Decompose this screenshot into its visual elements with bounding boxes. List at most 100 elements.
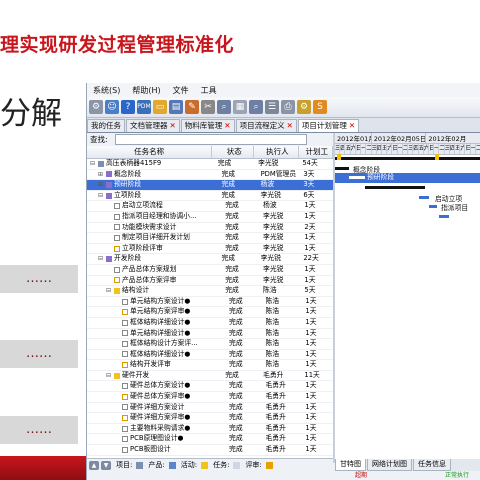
table-row[interactable]: 制定项目详细开发计划 完成 李光锐 1天 (87, 233, 333, 244)
tab-task-info[interactable]: 任务信息 (413, 459, 451, 471)
list-icon[interactable]: ☰ (265, 100, 279, 114)
table-row[interactable]: 硬件详细方案设计 完成 毛勇升 1天 (87, 403, 333, 414)
task-name-cell: 硬件总体方案设计● (87, 381, 226, 391)
close-icon[interactable]: ✕ (170, 121, 176, 130)
tab-3[interactable]: 项目流程定义 ✕ (235, 119, 297, 132)
gantt-bar-pre[interactable] (349, 176, 365, 179)
table-row[interactable]: 单元结构方案设计● 完成 陈浩 1天 (87, 297, 333, 308)
people-icon[interactable]: ☺ (105, 100, 119, 114)
slide-subtitle: 分解 (0, 96, 62, 132)
gantt-label-assign: 指派项目 (441, 204, 469, 212)
plan-cell: 1天 (305, 381, 317, 390)
table-row[interactable]: ⊟ 结构设计 完成 陈浩 5天 (87, 286, 333, 297)
table-row[interactable]: 单元结构方案评审● 完成 陈浩 1天 (87, 307, 333, 318)
table-row[interactable]: 单元结构详细设计● 完成 陈浩 1天 (87, 329, 333, 340)
close-icon[interactable]: ✕ (349, 121, 355, 130)
tab-4[interactable]: 项目计划管理 ✕ (297, 119, 360, 132)
edit-icon[interactable]: ✎ (185, 100, 199, 114)
gantt-bar-concept[interactable] (335, 167, 349, 170)
table-row[interactable]: 立项阶段评审 完成 李光锐 1天 (87, 244, 333, 255)
table-row[interactable]: PCB原理图设计● 完成 毛勇升 1天 (87, 434, 333, 446)
col-plan[interactable]: 计划工 (299, 146, 333, 158)
task-name-cell: 主要物料采购请求● (87, 424, 226, 434)
close-icon[interactable]: ✕ (224, 121, 230, 130)
table-row[interactable]: 功能模块需求设计 完成 李光锐 2天 (87, 223, 333, 234)
plan-cell: 1天 (305, 317, 317, 326)
task-name-cell: ⊟ 硬件开发 (87, 371, 222, 381)
expand-toggle-icon[interactable]: ⊟ (90, 159, 97, 169)
task-name-cell: 框体结构详细设计● (87, 350, 226, 360)
table-row[interactable]: ⊞ 预研阶段 完成 杨波 3天 (87, 180, 333, 191)
find-icon[interactable]: ⌕ (249, 100, 263, 114)
scroll-up-icon[interactable]: ▲ (89, 460, 99, 470)
table-row[interactable]: 产品总体方案规划 完成 李光锐 1天 (87, 265, 333, 276)
gantt-bar-start[interactable] (419, 196, 429, 199)
close-icon[interactable]: ✕ (287, 121, 293, 130)
bullet-pill-1: …… (0, 265, 78, 293)
menu-file[interactable]: 文件 (167, 85, 195, 96)
menu-help[interactable]: 帮助(H) (126, 85, 166, 96)
status-cell: 完成 (221, 180, 236, 189)
table-row[interactable]: ⊟ 立项阶段 完成 李光锐 6天 (87, 191, 333, 202)
plan-cell: 1天 (305, 307, 317, 316)
expand-toggle-icon[interactable]: ⊞ (98, 170, 105, 180)
table-row[interactable]: 硬件总体方案评审● 完成 毛勇升 1天 (87, 392, 333, 403)
refresh-icon[interactable]: S (313, 100, 327, 114)
table-row[interactable]: 框体结构设计方案评... 完成 陈浩 1天 (87, 339, 333, 350)
task-name-cell: 启动立项流程 (87, 201, 222, 211)
help-icon[interactable]: ? (121, 100, 135, 114)
folder-icon[interactable]: ▭ (153, 100, 167, 114)
table-row[interactable]: 结构开发评审 完成 陈浩 1天 (87, 360, 333, 371)
table-row[interactable]: 框体结构详细设计● 完成 陈浩 1天 (87, 350, 333, 361)
expand-toggle-icon[interactable]: ⊟ (106, 286, 113, 296)
tab-0[interactable]: 我的任务 (87, 119, 125, 132)
col-task-name[interactable]: 任务名称 (87, 146, 213, 158)
table-row[interactable]: ⊞ 概念阶段 完成 PDM管理员 3天 (87, 170, 333, 181)
scroll-down-icon[interactable]: ▼ (101, 460, 111, 470)
task-icon (122, 319, 128, 326)
expand-toggle-icon[interactable]: ⊟ (98, 191, 105, 201)
chart-icon[interactable]: ▤ (169, 100, 183, 114)
menu-tools[interactable]: 工具 (195, 85, 223, 96)
table-row[interactable]: 产品总体方案评审 完成 李光锐 1天 (87, 276, 333, 287)
table-row[interactable]: PCB板图设计 完成 毛勇升 1天 (87, 445, 333, 456)
gantt-label-pre: 预研阶段 (367, 173, 395, 182)
search-input[interactable] (115, 134, 307, 145)
gantt-bar-project[interactable] (335, 157, 480, 160)
bullet-pill-2: …… (0, 340, 78, 368)
tab-network[interactable]: 网络计划图 (367, 459, 412, 471)
status-cell: 完成 (229, 360, 243, 369)
task-name: 硬件总体方案设计● (130, 381, 191, 390)
gear-icon[interactable]: ⚙ (297, 100, 311, 114)
table-row[interactable]: 主要物料采购请求● 完成 毛勇升 1天 (87, 424, 333, 435)
table-row[interactable]: 指派项目经理和协调小... 完成 李光锐 1天 (87, 212, 333, 223)
expand-toggle-icon[interactable]: ⊟ (98, 254, 105, 264)
gantt-bar-assign[interactable] (429, 205, 437, 208)
task-icon (122, 330, 128, 337)
col-assignee[interactable]: 执行人 (254, 146, 300, 158)
expand-toggle-icon[interactable]: ⊟ (106, 371, 113, 381)
tools-icon[interactable]: ✂ (201, 100, 215, 114)
status-cell: 完成 (225, 222, 239, 231)
tab-gantt[interactable]: 甘特图 (335, 459, 366, 471)
table-row[interactable]: ⊟ 高压表柄器415F9 完成 李光锐 54天 (87, 159, 333, 170)
settings-icon[interactable]: ⚙ (89, 100, 103, 114)
print-icon[interactable]: ⎙ (281, 100, 295, 114)
col-status[interactable]: 状态 (212, 146, 255, 158)
table-row[interactable]: ⊟ 开发阶段 完成 李光锐 22天 (87, 254, 333, 265)
gantt-bar-initiation[interactable] (365, 186, 425, 189)
search-icon[interactable]: ⌕ (217, 100, 231, 114)
pdm-icon[interactable]: PDM (137, 100, 151, 114)
tab-2[interactable]: 物料库管理 ✕ (180, 119, 235, 132)
expand-toggle-icon[interactable]: ⊞ (98, 180, 105, 190)
tab-1[interactable]: 文档管理器 ✕ (126, 119, 180, 132)
table-row[interactable]: 框体结构详细设计● 完成 陈浩 1天 (87, 318, 333, 329)
menu-system[interactable]: 系统(S) (87, 85, 126, 96)
task-name: 结构开发评审 (130, 360, 171, 369)
document-icon[interactable]: ▦ (233, 100, 247, 114)
table-row[interactable]: 硬件详细方案评审● 完成 毛勇升 1天 (87, 413, 333, 424)
table-row[interactable]: ⊟ 硬件开发 完成 毛勇升 11天 (87, 371, 333, 382)
table-row[interactable]: 启动立项流程 完成 杨波 1天 (87, 201, 333, 212)
gantt-bar-design[interactable] (439, 215, 449, 218)
table-row[interactable]: 硬件总体方案设计● 完成 毛勇升 1天 (87, 381, 333, 393)
